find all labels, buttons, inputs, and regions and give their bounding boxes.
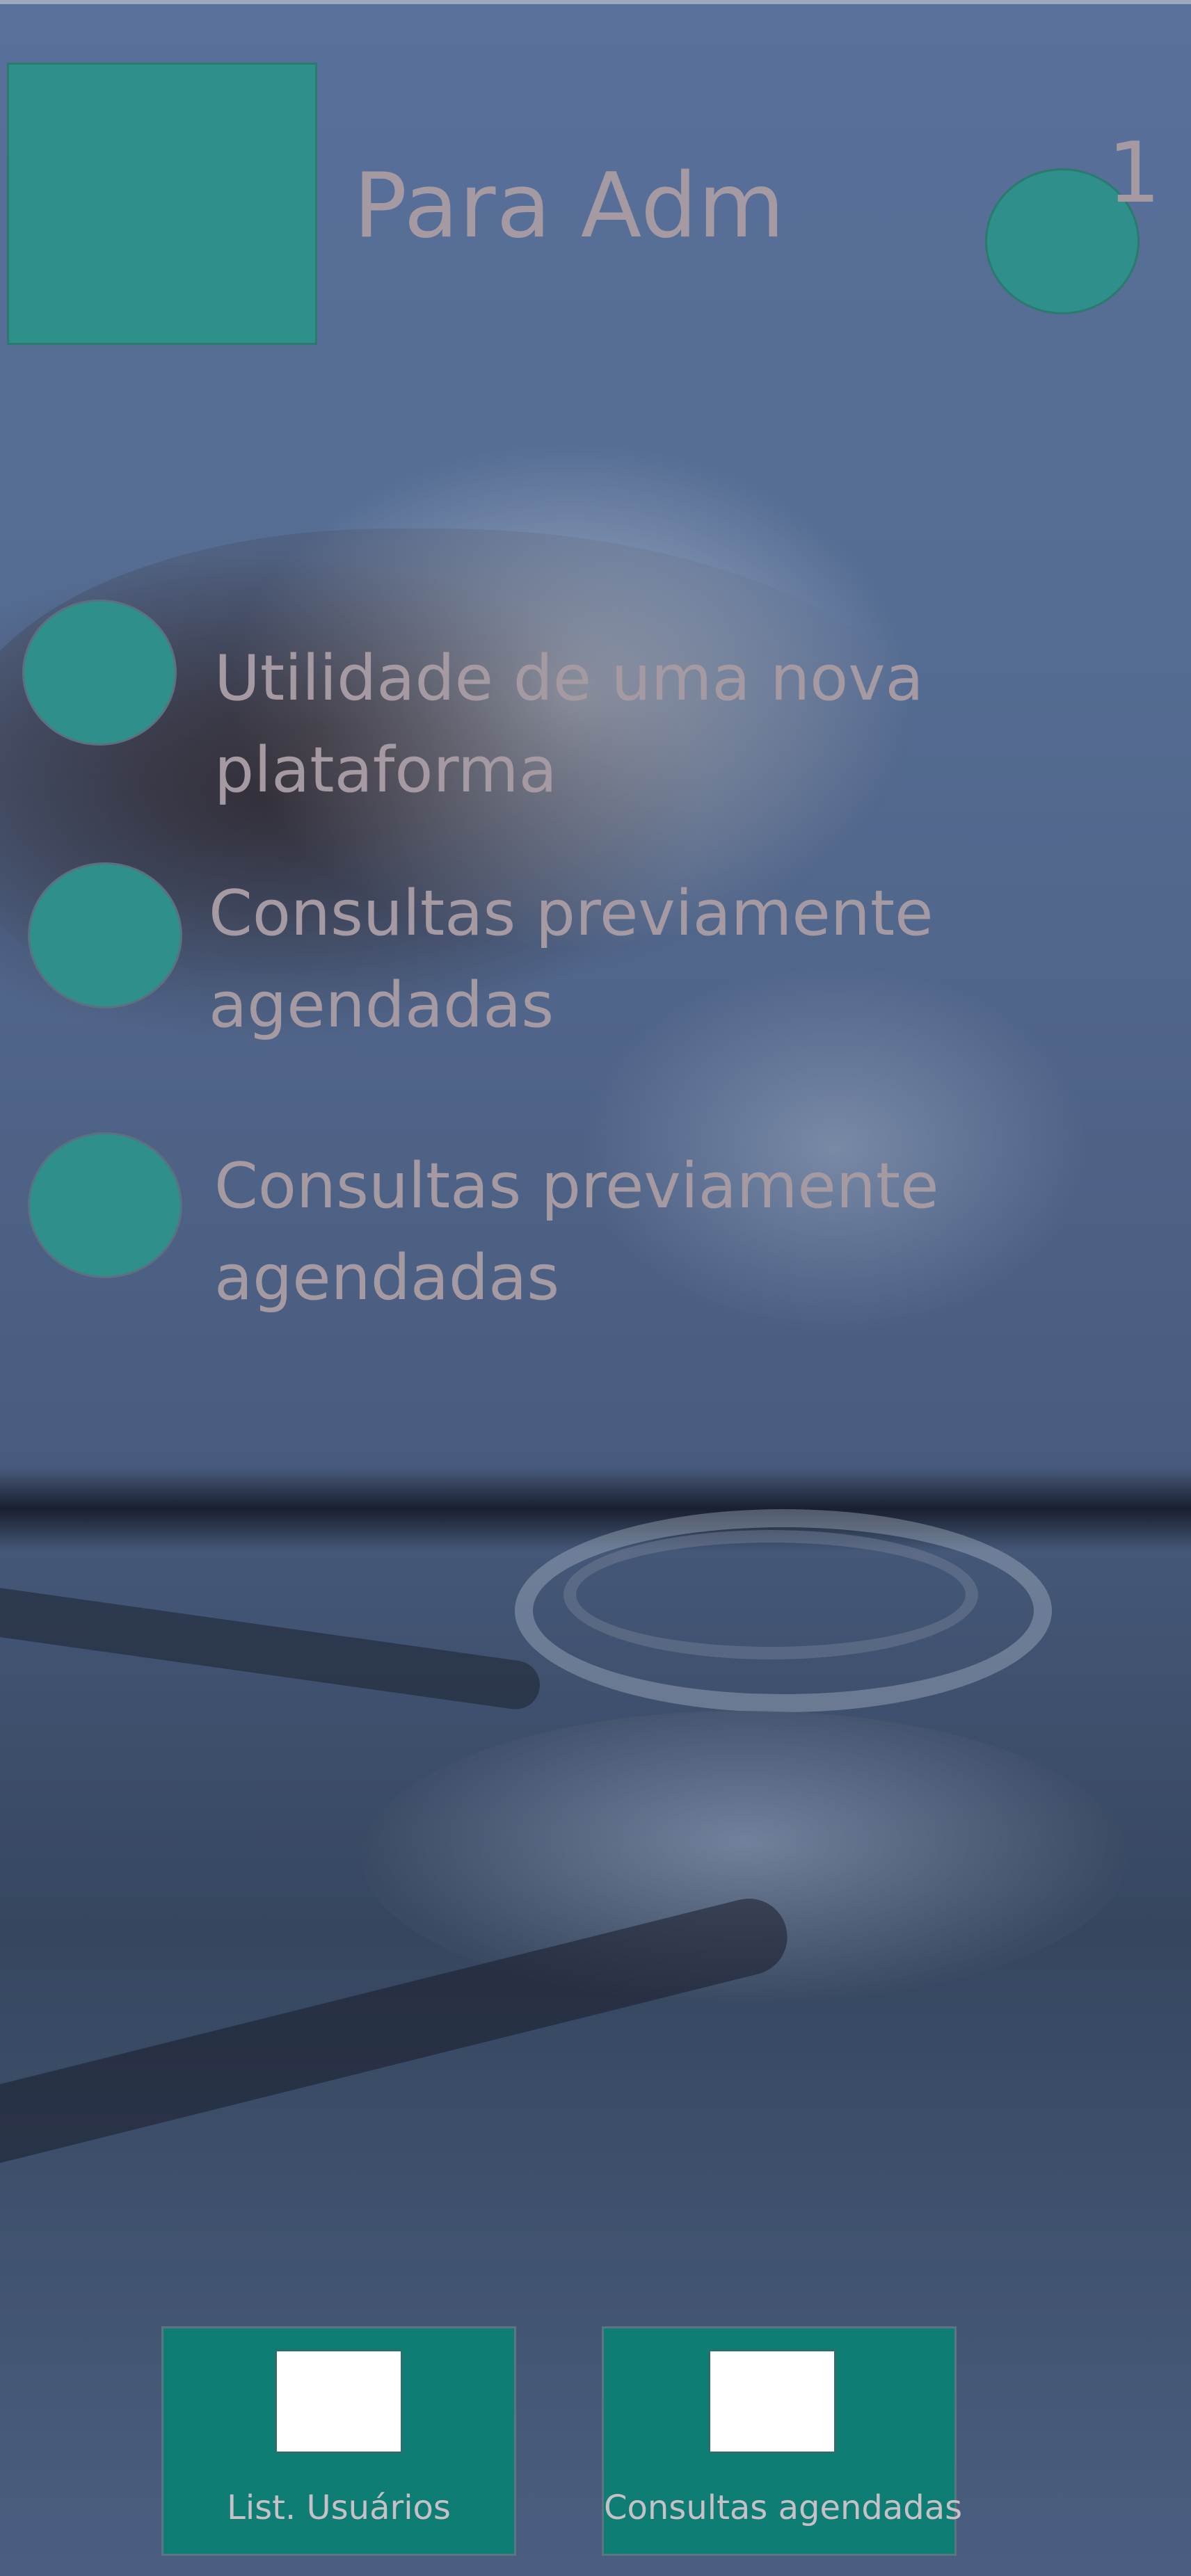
users-list-icon — [275, 2349, 403, 2454]
feature-1-icon — [22, 599, 177, 746]
logo-placeholder — [7, 63, 317, 345]
feature-2-text: Consultas previamente agendadas — [209, 877, 934, 1042]
feature-3-text: Consultas previamente agendadas — [214, 1150, 939, 1314]
background-stethoscope-inner-ring — [563, 1530, 978, 1659]
feature-2-icon — [28, 862, 182, 1008]
top-edge — [0, 0, 1191, 4]
notification-count: 1 — [1108, 125, 1161, 222]
feature-1-text: Utilidade de uma nova plataforma — [214, 642, 924, 807]
appointments-label: Consultas agendadas — [604, 2488, 963, 2527]
background-stethoscope-tube — [0, 1577, 543, 1713]
users-list-label: List. Usuários — [227, 2488, 451, 2527]
appointments-button[interactable]: Consultas agendadas — [602, 2326, 963, 2556]
page-title: Para Adm — [353, 154, 785, 258]
feature-3-icon — [28, 1132, 182, 1278]
appointments-icon — [708, 2349, 836, 2454]
users-list-button[interactable]: List. Usuários — [161, 2326, 516, 2556]
background-stethoscope-tube-lower — [0, 1890, 796, 2192]
